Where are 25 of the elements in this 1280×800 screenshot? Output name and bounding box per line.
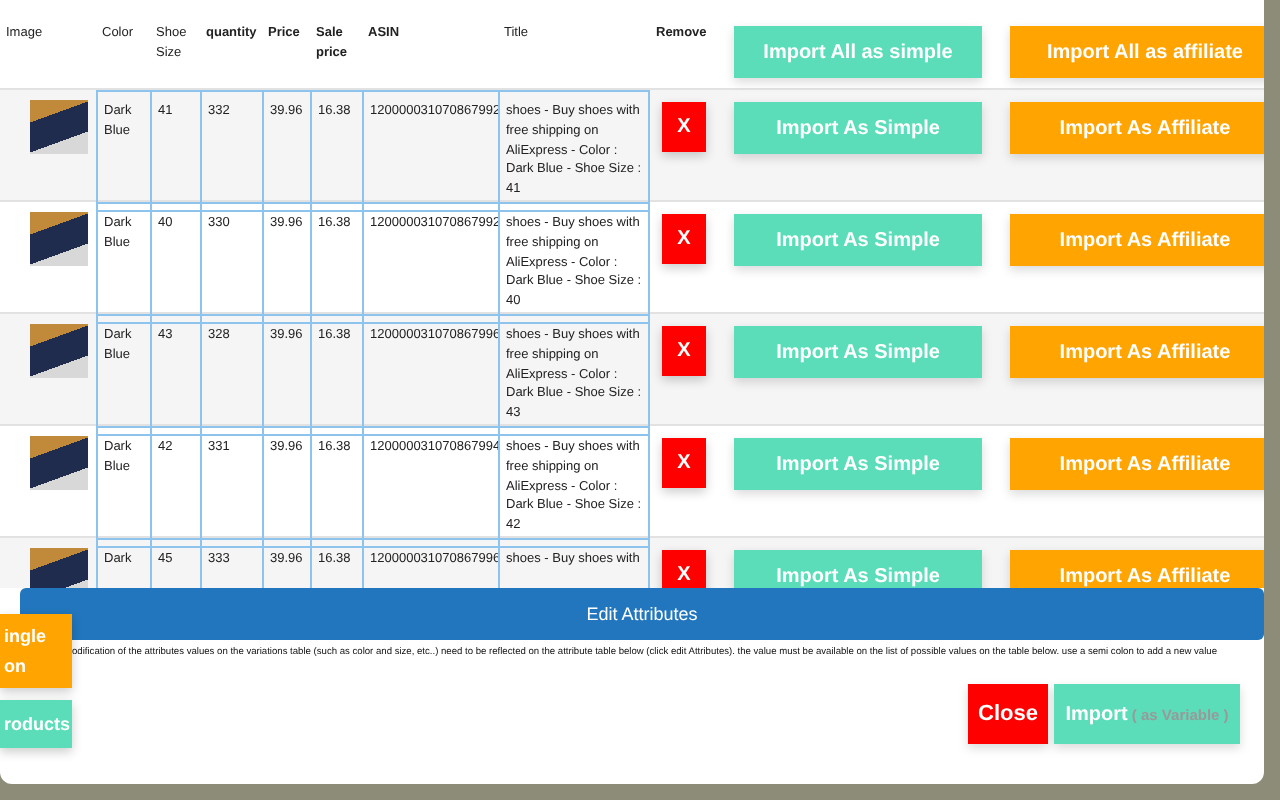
photo-placeholder — [30, 436, 88, 490]
photo-placeholder — [30, 548, 88, 588]
remove-button[interactable]: X — [662, 102, 706, 152]
import-all-affiliate-button[interactable]: Import All as affiliate — [1010, 26, 1264, 78]
import-simple-button[interactable]: Import As Simple — [734, 326, 982, 378]
photo-placeholder — [30, 212, 88, 266]
import-affiliate-button[interactable]: Import As Affiliate — [1010, 102, 1264, 154]
import-simple-button[interactable]: Import As Simple — [734, 214, 982, 266]
import-simple-button[interactable]: Import As Simple — [734, 550, 982, 588]
remove-button[interactable]: X — [662, 438, 706, 488]
page-button[interactable]: ingle on — [0, 614, 72, 688]
import-affiliate-button[interactable]: Import As Affiliate — [1010, 214, 1264, 266]
import-affiliate-button[interactable]: Import As Affiliate — [1010, 550, 1264, 588]
remove-button[interactable]: X — [662, 214, 706, 264]
remove-button[interactable]: X — [662, 550, 706, 588]
import-affiliate-button[interactable]: Import As Affiliate — [1010, 326, 1264, 378]
photo-placeholder — [30, 100, 88, 154]
photo-placeholder — [30, 324, 88, 378]
import-simple-button[interactable]: Import As Simple — [734, 438, 982, 490]
close-button[interactable]: Close — [968, 684, 1048, 744]
remove-button[interactable]: X — [662, 326, 706, 376]
import-simple-button[interactable]: Import As Simple — [734, 102, 982, 154]
import-all-simple-button[interactable]: Import All as simple — [734, 26, 982, 78]
import-affiliate-button[interactable]: Import As Affiliate — [1010, 438, 1264, 490]
page-button[interactable]: roducts — [0, 700, 72, 748]
